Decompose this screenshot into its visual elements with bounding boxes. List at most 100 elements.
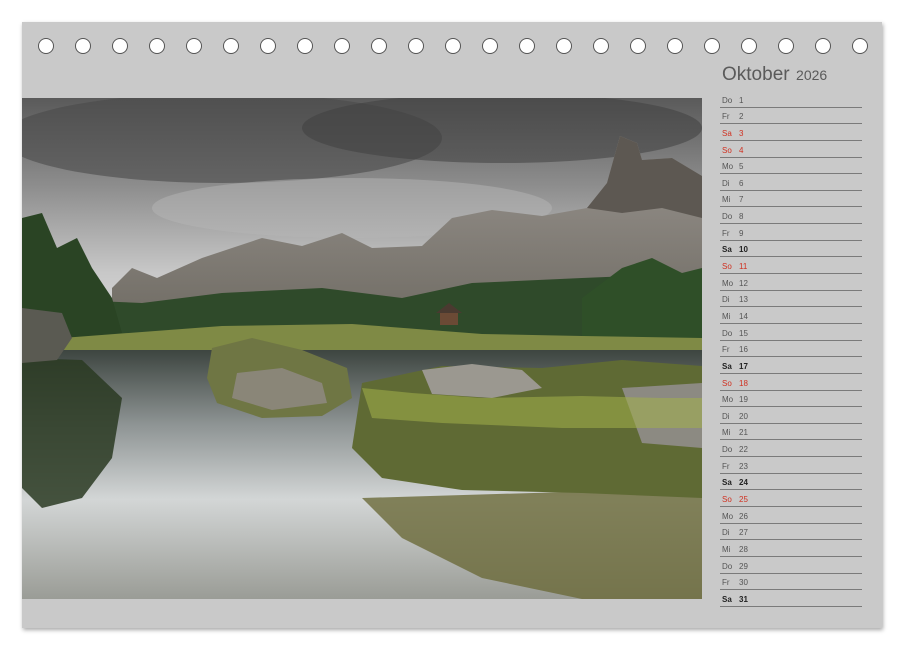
day-number: 22 [739,445,748,455]
binding-ring [408,38,424,54]
day-number: 21 [739,428,748,438]
day-number: 27 [739,528,748,538]
weekday-label: Do [722,95,733,105]
binding-ring [741,38,757,54]
day-row: Sa 17 [720,357,862,374]
day-number: 20 [739,411,748,421]
day-number: 9 [739,228,744,238]
day-row: Sa 10 [720,241,862,258]
day-row: Di 27 [720,524,862,541]
binding-ring [630,38,646,54]
day-number: 12 [739,278,748,288]
weekday-label: Di [722,411,730,421]
day-number: 23 [739,461,748,471]
day-row: Mo 12 [720,274,862,291]
binding-ring [334,38,350,54]
landscape-photo [22,98,702,599]
day-number: 6 [739,178,744,188]
binding-ring [519,38,535,54]
day-row: Sa 24 [720,474,862,491]
binding-ring [38,38,54,54]
weekday-label: Sa [722,245,732,255]
weekday-label: Do [722,328,733,338]
binding-ring [186,38,202,54]
day-row: Di 6 [720,174,862,191]
day-row: Fr 30 [720,574,862,591]
day-row: So 4 [720,141,862,158]
day-row: Sa 31 [720,590,862,607]
binding-ring [815,38,831,54]
weekday-label: Sa [722,594,732,604]
day-number: 24 [739,478,748,488]
day-row: Do 1 [720,91,862,108]
binding-ring [75,38,91,54]
day-number: 30 [739,578,748,588]
weekday-label: So [722,495,732,505]
weekday-label: Sa [722,478,732,488]
binding-ring [852,38,868,54]
day-row: Di 13 [720,291,862,308]
day-number: 4 [739,145,744,155]
binding-ring [149,38,165,54]
weekday-label: Fr [722,345,730,355]
day-number: 10 [739,245,748,255]
day-number: 18 [739,378,748,388]
day-row: Do 29 [720,557,862,574]
day-row: So 18 [720,374,862,391]
day-row: So 11 [720,257,862,275]
weekday-label: Mi [722,428,731,438]
day-number: 16 [739,345,748,355]
weekday-label: Fr [722,578,730,588]
day-row: Fr 2 [720,108,862,125]
binding-ring [556,38,572,54]
day-number: 7 [739,195,744,205]
weekday-label: Mi [722,544,731,554]
day-row: Do 8 [720,207,862,225]
weekday-label: So [722,378,732,388]
day-number: 13 [739,295,748,305]
day-number: 5 [739,162,744,172]
weekday-label: Mi [722,195,731,205]
day-number: 29 [739,561,748,571]
day-number: 28 [739,544,748,554]
day-row: Mo 19 [720,391,862,408]
binding-ring [482,38,498,54]
binding-ring [593,38,609,54]
weekday-label: Fr [722,461,730,471]
weekday-label: Mo [722,511,734,521]
binding-ring [704,38,720,54]
weekday-label: Do [722,212,733,222]
weekday-label: Mi [722,311,731,321]
weekday-label: Fr [722,228,730,238]
landscape-illustration [22,98,702,599]
day-number: 11 [739,262,748,272]
day-number: 25 [739,495,748,505]
month-header: Oktober 2026 [722,64,827,86]
weekday-label: Fr [722,112,730,122]
weekday-label: Di [722,528,730,538]
day-row: Mi 28 [720,540,862,557]
binding-ring [260,38,276,54]
day-number: 19 [739,395,748,405]
weekday-label: Do [722,561,733,571]
binding-ring [223,38,239,54]
day-row: Mi 7 [720,191,862,208]
weekday-label: Do [722,445,733,455]
day-row: Di 20 [720,407,862,424]
day-row: Do 22 [720,440,862,458]
day-row: So 25 [720,490,862,508]
weekday-label: Sa [722,361,732,371]
binding-ring [445,38,461,54]
day-number: 8 [739,212,744,222]
weekday-label: Di [722,178,730,188]
day-row: Fr 9 [720,224,862,241]
day-row: Fr 23 [720,457,862,474]
day-number: 2 [739,112,744,122]
weekday-label: Di [722,295,730,305]
day-row: Mo 5 [720,158,862,175]
day-number: 31 [739,594,748,604]
weekday-label: Sa [722,128,732,138]
day-number: 26 [739,511,748,521]
day-number: 17 [739,361,748,371]
weekday-label: Mo [722,395,734,405]
